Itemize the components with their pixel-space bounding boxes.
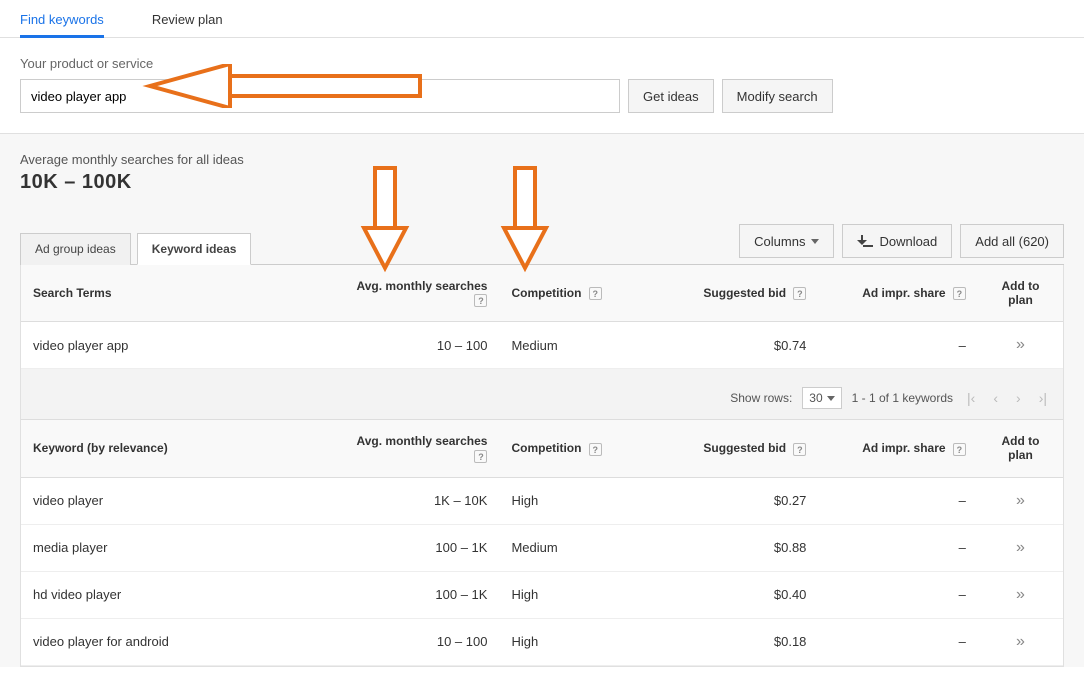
add-all-button[interactable]: Add all (620): [960, 224, 1064, 258]
product-service-input[interactable]: [20, 79, 620, 113]
download-label: Download: [879, 234, 937, 249]
table-row: video player1K – 10KHigh$0.27–»: [21, 477, 1063, 524]
get-ideas-button[interactable]: Get ideas: [628, 79, 714, 113]
cell-avg-monthly: 100 – 1K: [340, 571, 499, 618]
th-bid-label-2: Suggested bid: [703, 441, 786, 455]
pager-prev-icon[interactable]: ‹: [989, 390, 1002, 406]
cell-avg-monthly: 10 – 100: [340, 618, 499, 665]
cell-suggested-bid: $0.40: [659, 571, 818, 618]
cell-avg-monthly: 10 – 100: [340, 322, 499, 369]
cell-competition: Medium: [499, 524, 658, 571]
cell-ad-impr-share: –: [818, 618, 977, 665]
th-bid-label: Suggested bid: [703, 286, 786, 300]
cell-term: video player for android: [21, 618, 340, 665]
download-button[interactable]: Download: [842, 224, 952, 258]
columns-label: Columns: [754, 234, 805, 249]
th-suggested-bid-2[interactable]: Suggested bid ?: [659, 420, 818, 477]
cell-avg-monthly: 100 – 1K: [340, 524, 499, 571]
avg-monthly-label: Average monthly searches for all ideas: [20, 152, 1064, 167]
pager-bar: Show rows: 30 1 - 1 of 1 keywords |‹ ‹ ›…: [21, 377, 1063, 420]
table-row: media player100 – 1KMedium$0.88–»: [21, 524, 1063, 571]
help-icon[interactable]: ?: [589, 287, 602, 300]
cell-competition: High: [499, 618, 658, 665]
search-section: Your product or service Get ideas Modify…: [0, 38, 1084, 134]
help-icon[interactable]: ?: [793, 287, 806, 300]
th-ad-impr-share-2[interactable]: Ad impr. share ?: [818, 420, 977, 477]
cell-avg-monthly: 1K – 10K: [340, 477, 499, 524]
cell-term: media player: [21, 524, 340, 571]
cell-suggested-bid: $0.74: [659, 322, 818, 369]
cell-term: hd video player: [21, 571, 340, 618]
tab-keyword-ideas[interactable]: Keyword ideas: [137, 233, 252, 265]
top-tabs: Find keywords Review plan: [0, 0, 1084, 38]
cell-ad-impr-share: –: [818, 477, 977, 524]
columns-button[interactable]: Columns: [739, 224, 834, 258]
caret-down-icon: [827, 396, 835, 401]
cell-suggested-bid: $0.88: [659, 524, 818, 571]
search-label: Your product or service: [20, 56, 1064, 71]
th-ad-impr-share[interactable]: Ad impr. share ?: [818, 265, 977, 322]
cell-suggested-bid: $0.18: [659, 618, 818, 665]
help-icon[interactable]: ?: [953, 443, 966, 456]
pager-first-icon[interactable]: |‹: [963, 390, 979, 406]
cell-ad-impr-share: –: [818, 571, 977, 618]
help-icon[interactable]: ?: [474, 294, 487, 307]
help-icon[interactable]: ?: [793, 443, 806, 456]
th-competition-label-2: Competition: [511, 441, 581, 455]
th-avg-monthly-label: Avg. monthly searches: [357, 279, 488, 293]
tab-ad-group-ideas[interactable]: Ad group ideas: [20, 233, 131, 265]
th-suggested-bid[interactable]: Suggested bid ?: [659, 265, 818, 322]
th-avg-monthly[interactable]: Avg. monthly searches ?: [340, 265, 499, 322]
add-to-plan-button[interactable]: »: [978, 524, 1063, 571]
table-row: video player app10 – 100Medium$0.74–»: [21, 322, 1063, 369]
cell-competition: Medium: [499, 322, 658, 369]
results-section: Average monthly searches for all ideas 1…: [0, 134, 1084, 667]
add-to-plan-button[interactable]: »: [978, 571, 1063, 618]
add-to-plan-button[interactable]: »: [978, 477, 1063, 524]
pager-range: 1 - 1 of 1 keywords: [852, 391, 953, 405]
search-terms-table: Search Terms Avg. monthly searches ? Com…: [21, 265, 1063, 369]
cell-competition: High: [499, 477, 658, 524]
tab-find-keywords[interactable]: Find keywords: [20, 0, 122, 37]
tab-review-plan[interactable]: Review plan: [152, 0, 241, 37]
th-share-label-2: Ad impr. share: [862, 441, 945, 455]
th-share-label: Ad impr. share: [862, 286, 945, 300]
table-row: hd video player100 – 1KHigh$0.40–»: [21, 571, 1063, 618]
th-competition-2[interactable]: Competition ?: [499, 420, 658, 477]
cell-competition: High: [499, 571, 658, 618]
rows-per-page-value: 30: [809, 391, 822, 405]
th-add-to-plan: Add to plan: [978, 265, 1063, 322]
pager-next-icon[interactable]: ›: [1012, 390, 1025, 406]
add-to-plan-button[interactable]: »: [978, 322, 1063, 369]
th-add-to-plan-2: Add to plan: [978, 420, 1063, 477]
avg-monthly-value: 10K – 100K: [20, 171, 1064, 194]
help-icon[interactable]: ?: [589, 443, 602, 456]
ideas-bar: Ad group ideas Keyword ideas Columns Dow…: [20, 224, 1064, 265]
pager-last-icon[interactable]: ›|: [1035, 390, 1051, 406]
cell-suggested-bid: $0.27: [659, 477, 818, 524]
th-avg-monthly-label-2: Avg. monthly searches: [357, 434, 488, 448]
help-icon[interactable]: ?: [474, 450, 487, 463]
help-icon[interactable]: ?: [953, 287, 966, 300]
cell-ad-impr-share: –: [818, 524, 977, 571]
rows-per-page-select[interactable]: 30: [802, 387, 841, 409]
add-to-plan-button[interactable]: »: [978, 618, 1063, 665]
th-competition[interactable]: Competition ?: [499, 265, 658, 322]
cell-term: video player app: [21, 322, 340, 369]
keyword-relevance-table: Keyword (by relevance) Avg. monthly sear…: [21, 420, 1063, 665]
modify-search-button[interactable]: Modify search: [722, 79, 833, 113]
caret-down-icon: [811, 239, 819, 244]
table-row: video player for android10 – 100High$0.1…: [21, 618, 1063, 665]
th-avg-monthly-2[interactable]: Avg. monthly searches ?: [340, 420, 499, 477]
search-terms-table-wrap: Search Terms Avg. monthly searches ? Com…: [20, 265, 1064, 667]
cell-ad-impr-share: –: [818, 322, 977, 369]
th-search-terms[interactable]: Search Terms: [21, 265, 340, 322]
show-rows-label: Show rows:: [730, 391, 792, 405]
th-keyword-relevance[interactable]: Keyword (by relevance): [21, 420, 340, 477]
cell-term: video player: [21, 477, 340, 524]
th-competition-label: Competition: [511, 286, 581, 300]
